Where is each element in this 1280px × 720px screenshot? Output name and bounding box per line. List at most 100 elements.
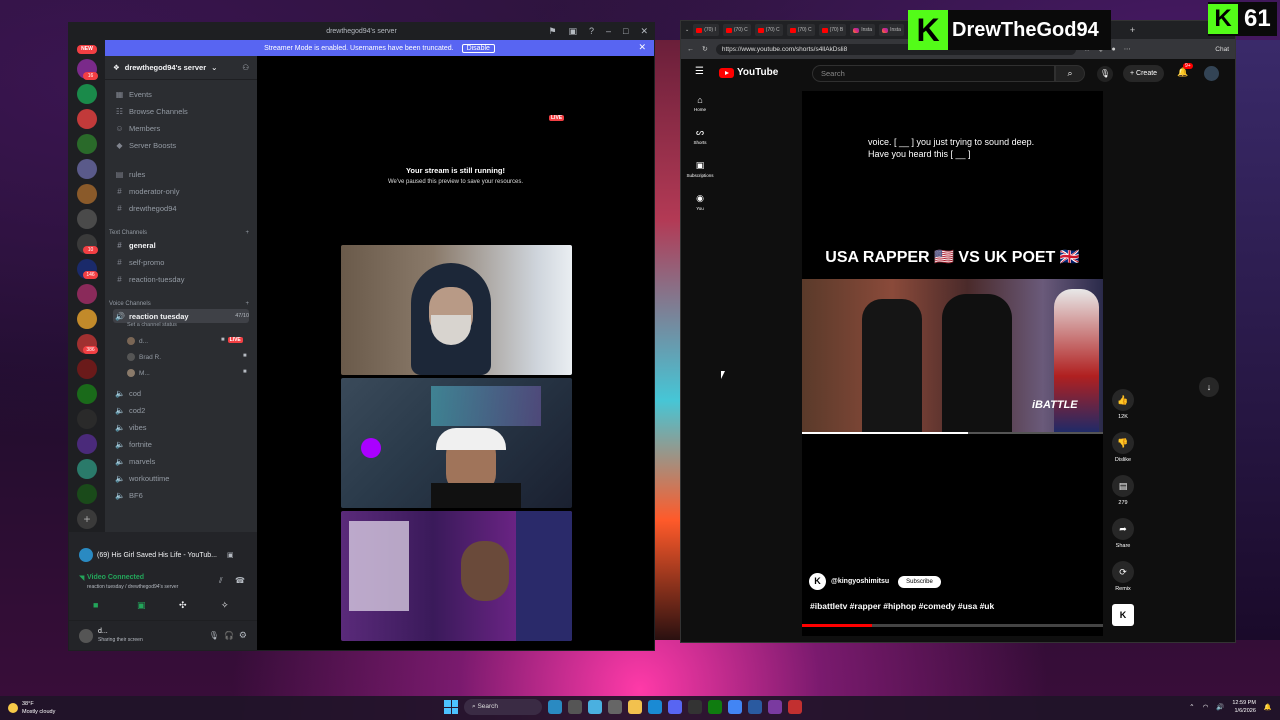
server-icon[interactable] [77,184,97,204]
disconnect-icon[interactable]: ☎ [235,576,245,585]
sidebar-item-you[interactable]: ◉ You [681,193,719,211]
tab-list-icon[interactable]: ⌄ [685,27,689,33]
text-channels-category[interactable]: Text Channels + [109,230,249,236]
channel-self-promo[interactable]: # self-promo [113,255,249,269]
channel-drewthegod94[interactable]: # drewthegod94 [113,201,249,215]
back-icon[interactable]: ← [687,46,694,53]
webcam-tile[interactable] [341,378,572,508]
voice-member[interactable]: Brad R. [127,353,161,361]
chrome-icon[interactable] [728,700,742,714]
chat-button[interactable]: Chat [1215,46,1229,53]
settings-app-icon[interactable] [748,700,762,714]
voice-channel-fortnite[interactable]: 🔈 fortnite [113,437,249,451]
voice-channels-category[interactable]: Voice Channels + [109,301,249,307]
server-icon[interactable] [77,284,97,304]
activity-row[interactable]: (69) His Girl Saved His Life - YouTub...… [79,548,234,562]
voice-channel-marvels[interactable]: 🔈 marvels [113,454,249,468]
remix-button[interactable]: ⟳ Remix [1111,561,1135,592]
add-channel-icon[interactable]: + [245,301,249,307]
microphone-icon[interactable]: 🎙 [1097,66,1113,82]
youtube-logo[interactable]: YouTube [719,67,778,78]
like-button[interactable]: 👍 12K [1111,389,1135,420]
activities-icon[interactable]: ✣ [179,600,187,611]
tab[interactable]: (70) I [693,24,719,36]
channel-moderator-only[interactable]: # moderator-only [113,184,249,198]
channel-avatar[interactable]: K [809,573,826,590]
search-input[interactable]: Search [812,65,1055,82]
noise-suppression-icon[interactable]: ⫽ [219,576,223,586]
task-view-icon[interactable] [568,700,582,714]
weather-widget[interactable]: 38°F Mostly cloudy [8,700,55,716]
server-icon[interactable] [77,159,97,179]
video-icon[interactable]: ■ [93,600,98,610]
sound-button[interactable]: K [1111,604,1135,626]
server-icon[interactable] [77,384,97,404]
screen-icon[interactable]: ▣ [568,26,577,37]
tab[interactable]: (70) B [818,24,847,36]
wifi-icon[interactable]: ◠ [1203,703,1209,711]
settings-gear-icon[interactable]: ⚙ [239,630,247,641]
tab[interactable]: (70) C [722,24,751,36]
close-icon[interactable]: ✕ [640,26,648,37]
short-player[interactable]: voice. [ __ ] you just trying to sound d… [802,91,1103,636]
channel-name[interactable]: @kingyoshimitsu [831,578,889,585]
headphones-icon[interactable]: 🎧 [224,631,234,640]
webcam-tile[interactable] [341,511,572,641]
sidebar-item-shorts[interactable]: ᔕ Shorts [681,127,719,145]
server-icon[interactable] [77,84,97,104]
disable-button[interactable]: Disable [461,43,495,53]
add-server-icon[interactable]: + [77,509,97,529]
menu-icon[interactable]: ⋯ [1124,45,1131,53]
volume-icon[interactable]: 🔊 [1216,703,1224,711]
voice-channel-cod2[interactable]: 🔈 cod2 [113,403,249,417]
notifications-bell-icon[interactable]: 🔔 9+ [1177,63,1193,78]
new-tab-icon[interactable]: + [1130,25,1135,35]
widgets-icon[interactable] [548,700,562,714]
voice-channel-bf6[interactable]: 🔈 BF6 [113,488,249,502]
channel-reaction-tuesday[interactable]: # reaction-tuesday [113,272,249,286]
avatar[interactable] [79,628,93,643]
video-progress-bar[interactable] [802,432,1103,434]
server-icon[interactable] [77,434,97,454]
server-header[interactable]: ❖ drewthegod94's server ⌄ ⚇ [105,56,257,80]
discord-icon[interactable] [668,700,682,714]
voice-channel-cod[interactable]: 🔈 cod [113,386,249,400]
hamburger-menu-icon[interactable]: ☰ [695,66,704,77]
xbox-icon[interactable] [708,700,722,714]
banner-close-icon[interactable]: ✕ [638,42,646,53]
server-icon[interactable] [77,359,97,379]
server-icon[interactable] [77,309,97,329]
tab[interactable]: Insta [879,24,904,36]
server-boosts-item[interactable]: ◆ Server Boosts [113,138,249,152]
channel-rules[interactable]: ▤ rules [113,167,249,181]
soundboard-icon[interactable]: ✧ [221,600,229,611]
app-icon[interactable] [788,700,802,714]
video-subtitle[interactable]: reaction tuesday / drewthegod94's server [87,584,178,590]
taskbar-search[interactable]: ⌕ Search [464,699,542,715]
members-item[interactable]: ☺ Members [113,121,249,135]
voice-channel-vibes[interactable]: 🔈 vibes [113,420,249,434]
add-channel-icon[interactable]: + [245,230,249,236]
invite-icon[interactable]: ⚇ [242,63,249,72]
subscribe-button[interactable]: Subscribe [898,575,941,588]
channel-status[interactable]: Set a channel status [127,322,177,328]
tab[interactable]: (70) C [754,24,783,36]
store-icon[interactable] [608,700,622,714]
notifications-icon[interactable]: 🔔 [1264,703,1272,711]
search-icon[interactable]: ⌕ [1055,65,1085,82]
next-short-arrow-icon[interactable]: ↓ [1199,377,1219,397]
server-icon[interactable] [77,109,97,129]
voice-channel-reaction-tuesday[interactable]: 🔊 reaction tuesday 47/10 [113,309,249,323]
share-button[interactable]: ➦ Share [1111,518,1135,549]
server-icon[interactable] [77,459,97,479]
maximize-icon[interactable]: □ [623,26,628,37]
webcam-tile[interactable] [341,245,572,375]
help-icon[interactable]: ? [589,26,594,37]
reload-icon[interactable]: ↻ [702,45,708,53]
windows-start-icon[interactable] [444,700,458,714]
screen-share-icon[interactable]: ▣ [227,551,234,559]
file-explorer-icon[interactable] [628,700,642,714]
chevron-up-icon[interactable]: ⌃ [1189,703,1194,711]
edge-icon[interactable] [648,700,662,714]
tab[interactable]: (70) C [786,24,815,36]
